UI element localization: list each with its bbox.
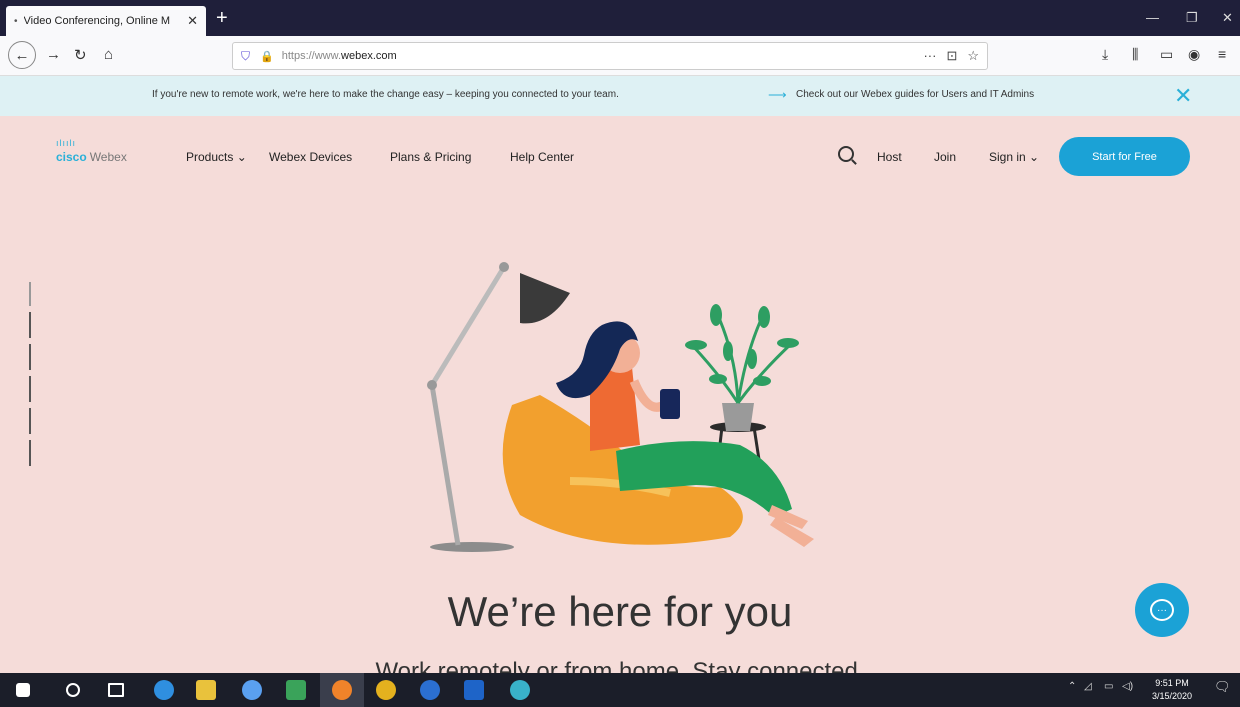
reload-button[interactable]: ↻ — [74, 46, 87, 64]
library-icon[interactable]: ⫼ — [1132, 46, 1138, 63]
cisco-webex-logo[interactable]: ılıılı cisco Webex — [56, 138, 127, 166]
logo-webex-text: Webex — [89, 150, 127, 164]
guides-link[interactable]: Check out our Webex guides for Users and… — [796, 89, 1034, 100]
sidebar-icon[interactable]: ▭ — [1160, 46, 1173, 63]
new-tab-button[interactable]: + — [216, 8, 228, 28]
action-center-icon[interactable]: 🗨 — [1214, 679, 1231, 695]
webex-app-icon[interactable] — [510, 680, 530, 700]
logo-cisco-text: cisco — [56, 150, 87, 164]
notification-bar: If you're new to remote work, we're here… — [0, 76, 1240, 116]
hero-headline: We’re here for you — [447, 588, 793, 635]
volume-icon[interactable]: ◁) — [1122, 681, 1133, 692]
tab-close-icon[interactable]: ✕ — [187, 13, 198, 29]
slide-indicator[interactable] — [29, 408, 31, 434]
file-explorer-icon[interactable] — [196, 680, 216, 700]
chat-bubble-icon: ··· — [1150, 599, 1174, 621]
close-notification-icon[interactable]: ✕ — [1174, 83, 1192, 109]
arrow-right-icon: ⟶ — [768, 87, 787, 102]
page-actions-menu[interactable]: ··· — [923, 48, 936, 64]
tab-favicon-icon: • — [14, 15, 18, 27]
address-bar[interactable]: ⛉ 🔒 https://www. webex.com ··· ⊡ ☆ — [232, 42, 988, 70]
taskbar-clock[interactable]: 9:51 PM 3/15/2020 — [1152, 677, 1192, 703]
slide-indicator[interactable] — [29, 376, 31, 402]
close-window-icon[interactable]: ✕ — [1222, 10, 1233, 26]
lock-icon[interactable]: 🔒 — [260, 50, 274, 63]
bookmark-star-icon[interactable]: ☆ — [967, 48, 979, 64]
nav-products[interactable]: Products ⌄ — [186, 150, 247, 164]
network-app-icon[interactable] — [286, 680, 306, 700]
downloads-icon[interactable]: ⤓ — [1102, 46, 1108, 63]
edge-icon[interactable] — [154, 680, 174, 700]
minimize-icon[interactable]: — — [1146, 10, 1159, 25]
nav-host[interactable]: Host — [877, 150, 902, 164]
browser-titlebar: • Video Conferencing, Online M ✕ + — ❐ ✕ — [0, 0, 1240, 36]
tab-title: Video Conferencing, Online M — [23, 15, 171, 27]
start-icon[interactable] — [16, 683, 30, 697]
nav-plans-pricing[interactable]: Plans & Pricing — [390, 150, 471, 164]
url-prefix: https://www. — [281, 50, 342, 62]
pocket-icon[interactable]: ⊡ — [946, 48, 957, 64]
app-icon[interactable] — [242, 680, 262, 700]
home-button[interactable]: ⌂ — [104, 46, 113, 63]
menu-icon[interactable]: ≡ — [1218, 46, 1226, 62]
forward-button[interactable]: → — [46, 46, 61, 63]
back-button[interactable]: ← — [8, 41, 36, 69]
browser-tab[interactable]: • Video Conferencing, Online M ✕ — [6, 6, 206, 36]
task-view-icon[interactable] — [108, 683, 124, 697]
hero-illustration — [427, 262, 814, 552]
nav-help-center[interactable]: Help Center — [510, 150, 574, 164]
chrome-icon[interactable] — [376, 680, 396, 700]
search-icon[interactable] — [838, 146, 854, 162]
windows-taskbar: ⌃ ◿ ▭ ◁) 9:51 PM 3/15/2020 🗨 — [0, 673, 1240, 707]
notification-message: If you're new to remote work, we're here… — [152, 89, 619, 100]
browser-navbar: ← → ↻ ⌂ ⛉ 🔒 https://www. webex.com ··· ⊡ … — [0, 36, 1240, 76]
slide-indicator[interactable] — [29, 312, 31, 338]
nav-sign-in[interactable]: Sign in ⌄ — [989, 150, 1039, 164]
restore-icon[interactable]: ❐ — [1186, 10, 1198, 26]
chat-button[interactable]: ··· — [1135, 583, 1189, 637]
taskbar-search-icon[interactable] — [66, 683, 80, 697]
slide-indicator[interactable] — [29, 282, 31, 306]
start-for-free-button[interactable]: Start for Free — [1059, 137, 1190, 176]
account-icon[interactable]: ◉ — [1188, 46, 1200, 63]
slide-indicator[interactable] — [29, 344, 31, 370]
url-host: webex.com — [341, 50, 397, 62]
slide-indicator[interactable] — [29, 440, 31, 466]
tray-chevron-icon[interactable]: ⌃ — [1068, 681, 1076, 692]
cisco-bars-icon: ılıılı — [56, 138, 77, 148]
nav-webex-devices[interactable]: Webex Devices — [269, 150, 352, 164]
clock-time: 9:51 PM — [1155, 678, 1189, 688]
nav-join[interactable]: Join — [934, 150, 956, 164]
network-tray-icon[interactable]: ◿ — [1084, 681, 1092, 692]
clock-date: 3/15/2020 — [1152, 691, 1193, 701]
battery-icon[interactable]: ▭ — [1104, 681, 1113, 692]
firefox-icon[interactable] — [332, 680, 352, 700]
tracking-shield-icon[interactable]: ⛉ — [241, 49, 250, 64]
cortana-app-icon[interactable] — [420, 680, 440, 700]
outlook-icon[interactable] — [464, 680, 484, 700]
